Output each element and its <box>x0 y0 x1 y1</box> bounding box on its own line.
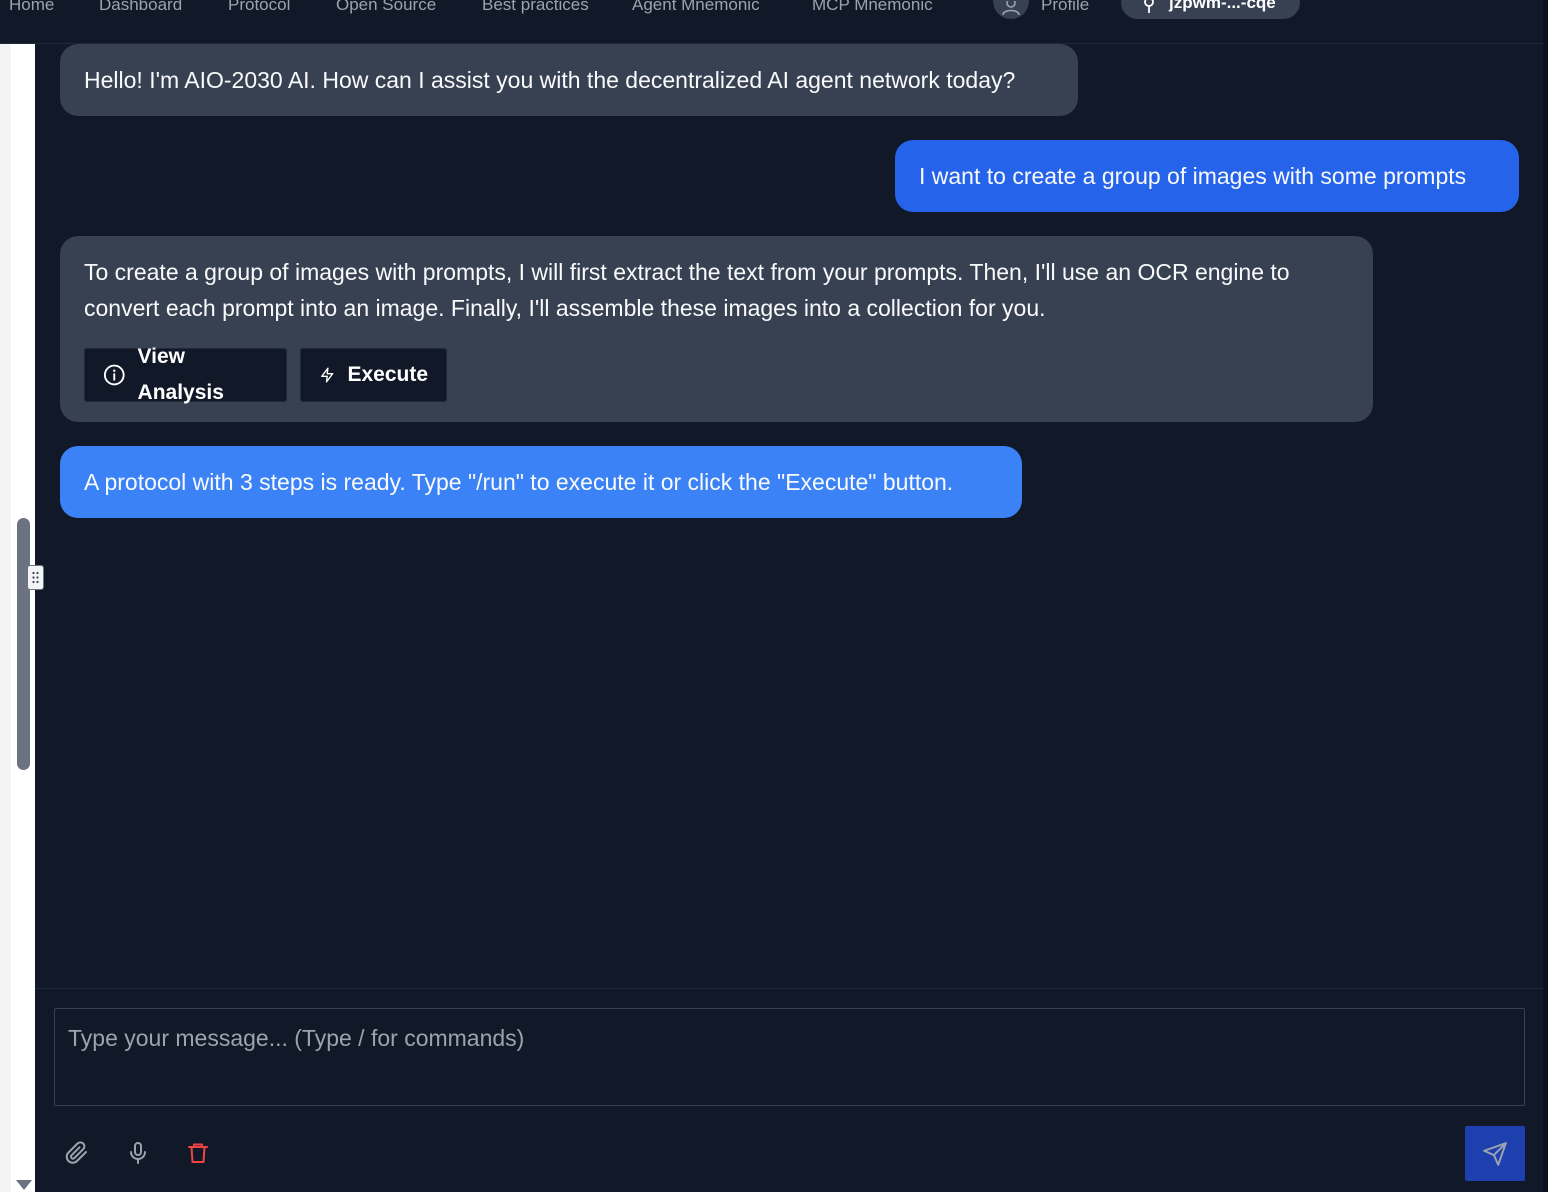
voice-input-button[interactable] <box>122 1137 154 1169</box>
left-panel <box>0 44 44 1192</box>
clear-chat-button[interactable] <box>182 1137 214 1169</box>
nav-mcp-mnemonic[interactable]: MCP Mnemonic <box>812 0 933 15</box>
message-ai-greeting: Hello! I'm AIO-2030 AI. How can I assist… <box>60 44 1078 116</box>
attach-button[interactable] <box>61 1137 93 1169</box>
send-button[interactable] <box>1465 1126 1525 1181</box>
wallet-pill[interactable]: jzpwm-...-cqe <box>1121 0 1300 19</box>
wallet-principal: jzpwm-...-cqe <box>1169 0 1276 12</box>
nav-home[interactable]: Home <box>9 0 54 15</box>
nav-agent-mnemonic[interactable]: Agent Mnemonic <box>632 0 760 15</box>
message-text: I want to create a group of images with … <box>919 163 1467 189</box>
message-text: Hello! I'm AIO-2030 AI. How can I assist… <box>84 67 1016 93</box>
execute-label: Execute <box>347 363 428 386</box>
message-composer <box>35 988 1543 1192</box>
right-edge <box>1543 0 1548 1192</box>
grip-icon <box>32 571 39 584</box>
user-icon <box>1002 1 1020 15</box>
paperclip-icon <box>65 1141 87 1164</box>
nav-dashboard[interactable]: Dashboard <box>99 0 182 15</box>
message-text: To create a group of images with prompts… <box>84 259 1290 321</box>
message-input[interactable] <box>54 1008 1525 1106</box>
nav-open-source[interactable]: Open Source <box>336 0 436 15</box>
scroll-down-arrow-icon[interactable] <box>16 1180 32 1190</box>
chat-messages: Hello! I'm AIO-2030 AI. How can I assist… <box>35 44 1543 988</box>
microphone-icon <box>130 1142 146 1164</box>
info-icon <box>103 364 125 386</box>
top-navigation: Home Dashboard Protocol Open Source Best… <box>0 0 1548 44</box>
nav-best-practices[interactable]: Best practices <box>482 0 589 15</box>
message-text: A protocol with 3 steps is ready. Type "… <box>84 469 954 495</box>
view-analysis-button[interactable]: View Analysis <box>84 345 287 404</box>
message-system-notice: A protocol with 3 steps is ready. Type "… <box>60 446 1022 518</box>
nav-protocol[interactable]: Protocol <box>228 0 290 15</box>
profile-link[interactable]: Profile <box>1041 0 1089 15</box>
lightning-icon <box>321 367 334 383</box>
message-user-request: I want to create a group of images with … <box>895 140 1519 212</box>
message-ai-plan: To create a group of images with prompts… <box>60 236 1373 422</box>
trash-icon <box>188 1143 208 1163</box>
execute-button[interactable]: Execute <box>300 348 447 402</box>
key-icon <box>1144 0 1154 13</box>
send-icon <box>1483 1141 1507 1166</box>
scrollbar-thumb[interactable] <box>17 518 30 770</box>
profile-avatar[interactable] <box>993 0 1029 19</box>
view-analysis-label: View Analysis <box>137 345 224 404</box>
message-actions: View Analysis Execute <box>84 345 1349 404</box>
left-panel-edge <box>0 44 11 1192</box>
resize-handle[interactable] <box>27 565 44 590</box>
